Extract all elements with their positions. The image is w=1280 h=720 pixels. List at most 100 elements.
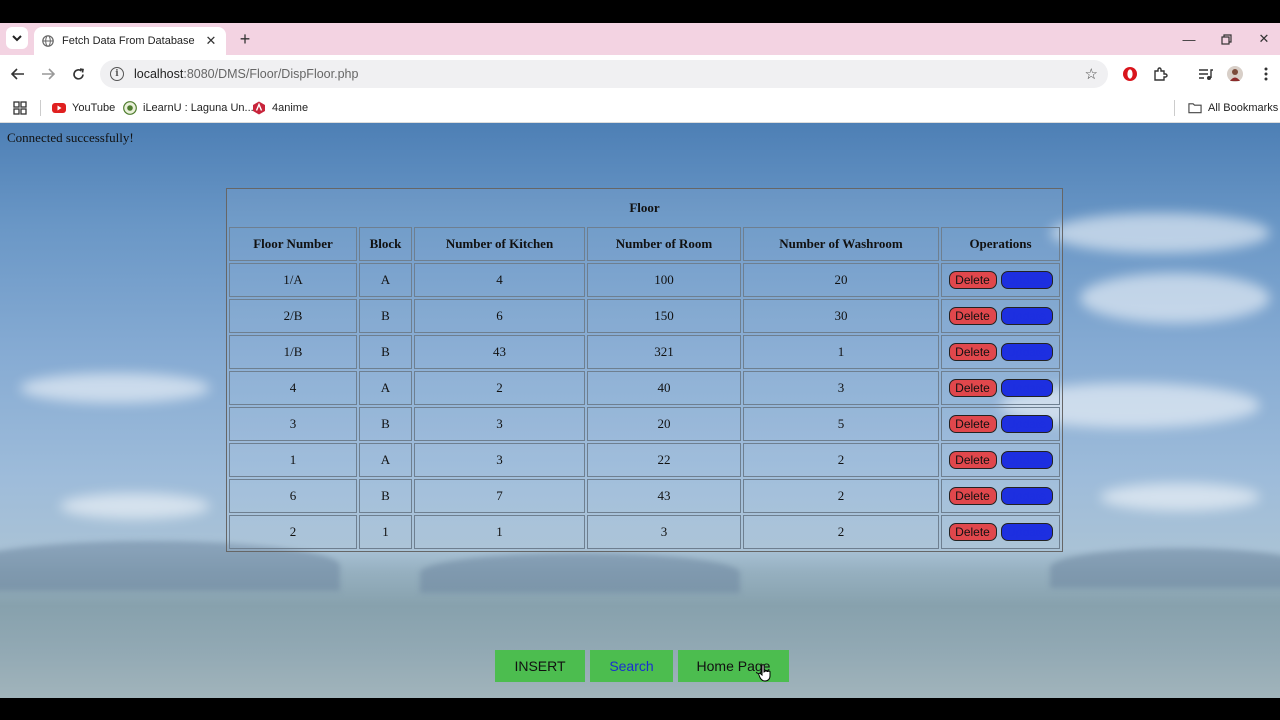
column-header: Number of Room xyxy=(587,227,741,261)
close-window-icon[interactable]: ✕ xyxy=(1254,29,1274,49)
update-button[interactable]: Update xyxy=(1000,379,1053,397)
delete-button[interactable]: Delete xyxy=(948,307,997,325)
bottom-frame xyxy=(0,698,1280,720)
hand-cursor-icon xyxy=(758,664,771,682)
update-button[interactable]: Update xyxy=(1000,415,1053,433)
cell-operations: Delete Update xyxy=(941,479,1060,513)
delete-button[interactable]: Delete xyxy=(948,379,997,397)
operations-group: Delete Update xyxy=(942,415,1059,433)
operations-group: Delete Update xyxy=(942,307,1059,325)
bookmark-4anime[interactable]: 4anime xyxy=(252,99,308,117)
minimize-icon[interactable]: — xyxy=(1179,29,1199,49)
cell-room: 100 xyxy=(587,263,741,297)
floor-table: Floor Floor Number Block Number of Kitch… xyxy=(226,188,1063,552)
media-control-icon[interactable] xyxy=(1196,65,1214,83)
cell-floor: 1 xyxy=(229,443,357,477)
back-icon[interactable] xyxy=(8,64,28,84)
all-bookmarks[interactable]: All Bookmarks xyxy=(1188,99,1278,117)
delete-button[interactable]: Delete xyxy=(948,271,997,289)
update-button[interactable]: Update xyxy=(1000,307,1053,325)
tab-search-button[interactable] xyxy=(6,27,28,49)
cell-block: A xyxy=(359,371,412,405)
insert-button[interactable]: INSERT xyxy=(495,650,585,682)
cell-operations: Delete Update xyxy=(941,407,1060,441)
update-button[interactable]: Update xyxy=(1000,451,1053,469)
cell-block: A xyxy=(359,443,412,477)
cell-room: 40 xyxy=(587,371,741,405)
cell-kitchen: 1 xyxy=(414,515,585,549)
cell-block: 1 xyxy=(359,515,412,549)
cell-operations: Delete Update xyxy=(941,371,1060,405)
column-header: Number of Washroom xyxy=(743,227,939,261)
cell-washroom: 1 xyxy=(743,335,939,369)
opera-icon[interactable] xyxy=(1121,65,1139,83)
update-button[interactable]: Update xyxy=(1000,523,1053,541)
background-mountain xyxy=(420,553,740,593)
background-mountain xyxy=(1050,548,1280,588)
address-bar[interactable]: i localhost:8080/DMS/Floor/DispFloor.php… xyxy=(100,60,1108,88)
operations-group: Delete Update xyxy=(942,379,1059,397)
delete-button[interactable]: Delete xyxy=(948,523,997,541)
delete-button[interactable]: Delete xyxy=(948,451,997,469)
operations-group: Delete Update xyxy=(942,523,1059,541)
column-header: Number of Kitchen xyxy=(414,227,585,261)
bookmark-ilearnu[interactable]: iLearnU : Laguna Un... xyxy=(123,99,254,117)
table-row: 1/A A 4 100 20 Delete Update xyxy=(229,263,1060,297)
cell-block: B xyxy=(359,335,412,369)
cell-floor: 6 xyxy=(229,479,357,513)
background-cloud xyxy=(1050,213,1270,253)
all-bookmarks-label: All Bookmarks xyxy=(1208,102,1279,114)
restore-icon[interactable] xyxy=(1216,29,1236,49)
cell-floor: 1/B xyxy=(229,335,357,369)
site-info-icon[interactable]: i xyxy=(110,67,124,81)
close-tab-icon[interactable]: ✕ xyxy=(204,33,218,49)
delete-button[interactable]: Delete xyxy=(948,487,997,505)
page-content: Connected successfully! Floor Floor Numb… xyxy=(0,123,1280,698)
operations-group: Delete Update xyxy=(942,487,1059,505)
ilearnu-icon xyxy=(123,101,137,115)
cell-floor: 2/B xyxy=(229,299,357,333)
apps-grid-icon[interactable] xyxy=(13,99,27,117)
cell-washroom: 5 xyxy=(743,407,939,441)
bookmark-star-icon[interactable]: ☆ xyxy=(1085,65,1098,83)
table-row: 2 1 1 3 2 Delete Update xyxy=(229,515,1060,549)
update-button[interactable]: Update xyxy=(1000,343,1053,361)
cell-kitchen: 3 xyxy=(414,407,585,441)
cell-washroom: 20 xyxy=(743,263,939,297)
column-header: Block xyxy=(359,227,412,261)
cell-operations: Delete Update xyxy=(941,263,1060,297)
background-cloud xyxy=(20,373,210,403)
profile-avatar[interactable] xyxy=(1226,65,1244,83)
bookmark-youtube[interactable]: YouTube xyxy=(52,99,115,117)
update-button[interactable]: Update xyxy=(1000,487,1053,505)
cell-kitchen: 4 xyxy=(414,263,585,297)
operations-group: Delete Update xyxy=(942,343,1059,361)
cell-room: 3 xyxy=(587,515,741,549)
connection-message: Connected successfully! xyxy=(7,130,134,145)
forward-icon[interactable] xyxy=(38,64,58,84)
table-row: 1 A 3 22 2 Delete Update xyxy=(229,443,1060,477)
bookmark-divider xyxy=(1174,100,1175,116)
table-row: 6 B 7 43 2 Delete Update xyxy=(229,479,1060,513)
globe-icon xyxy=(42,35,54,47)
new-tab-button[interactable]: + xyxy=(235,29,255,49)
update-button[interactable]: Update xyxy=(1000,271,1053,289)
menu-kebab-icon[interactable] xyxy=(1257,65,1275,83)
active-tab[interactable]: Fetch Data From Database ✕ xyxy=(34,27,226,55)
table-row: 4 A 2 40 3 Delete Update xyxy=(229,371,1060,405)
table-title: Floor xyxy=(629,200,660,215)
home-page-button[interactable]: Home Page xyxy=(678,650,789,682)
delete-button[interactable]: Delete xyxy=(948,343,997,361)
reload-icon[interactable] xyxy=(68,64,88,84)
delete-button[interactable]: Delete xyxy=(948,415,997,433)
table-header-row: Floor Number Block Number of Kitchen Num… xyxy=(229,227,1060,261)
extensions-icon[interactable] xyxy=(1151,65,1169,83)
cell-operations: Delete Update xyxy=(941,335,1060,369)
cell-room: 22 xyxy=(587,443,741,477)
cell-washroom: 2 xyxy=(743,479,939,513)
search-button[interactable]: Search xyxy=(590,650,673,682)
column-header: Floor Number xyxy=(229,227,357,261)
cell-kitchen: 2 xyxy=(414,371,585,405)
cell-operations: Delete Update xyxy=(941,299,1060,333)
cell-operations: Delete Update xyxy=(941,515,1060,549)
